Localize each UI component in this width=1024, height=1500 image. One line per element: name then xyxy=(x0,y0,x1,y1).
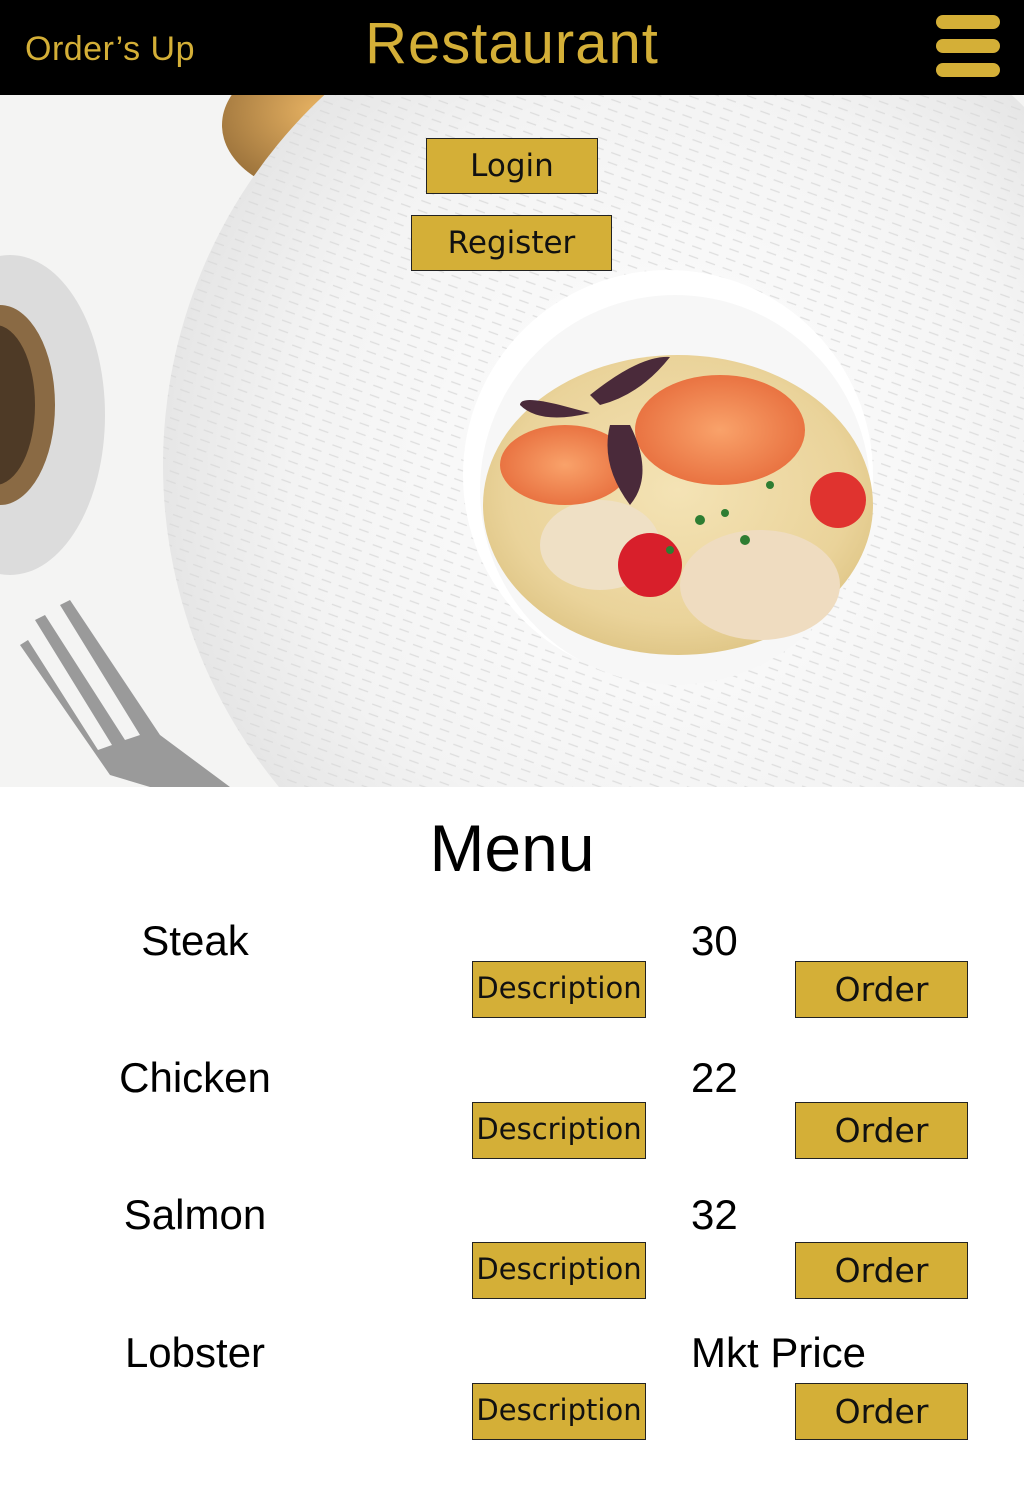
menu-item-name: Chicken xyxy=(119,1054,271,1101)
description-button[interactable]: Description xyxy=(472,1242,646,1299)
menu-item-name: Salmon xyxy=(123,1191,267,1238)
description-button[interactable]: Description xyxy=(472,961,646,1018)
hamburger-menu-icon[interactable] xyxy=(936,15,1000,79)
menu-item-price: 32 xyxy=(691,1191,738,1238)
menu-bar-top xyxy=(936,15,1000,29)
menu-item-price: 22 xyxy=(691,1054,738,1101)
order-button[interactable]: Order xyxy=(795,961,968,1018)
hero-image xyxy=(0,95,1024,787)
register-button[interactable]: Register xyxy=(411,215,612,271)
food-photo xyxy=(0,95,1024,787)
description-button[interactable]: Description xyxy=(472,1102,646,1159)
order-button[interactable]: Order xyxy=(795,1242,968,1299)
menu-item-name: Lobster xyxy=(124,1329,266,1376)
order-button[interactable]: Order xyxy=(795,1102,968,1159)
login-button[interactable]: Login xyxy=(426,138,598,194)
menu-item-price: Mkt Price xyxy=(691,1329,867,1376)
page-title: Restaurant xyxy=(365,11,659,76)
menu-item-name: Steak xyxy=(141,917,249,964)
description-button[interactable]: Description xyxy=(472,1383,646,1440)
menu-title: Menu xyxy=(429,811,595,885)
menu-bar-bottom xyxy=(936,63,1000,77)
menu-item-price: 30 xyxy=(691,917,738,964)
order-button[interactable]: Order xyxy=(795,1383,968,1440)
menu-bar-middle xyxy=(936,39,1000,53)
top-bar: Order’s Up Restaurant xyxy=(0,0,1024,95)
